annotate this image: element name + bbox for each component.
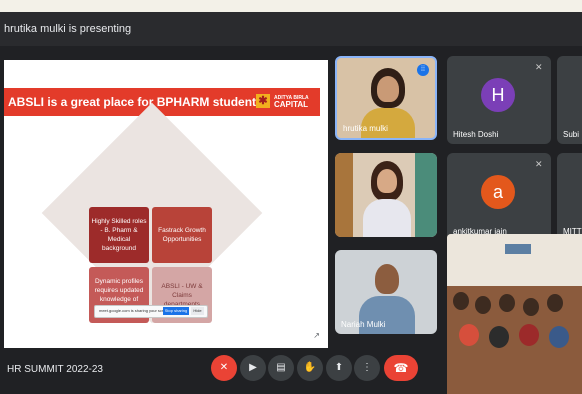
participant-tile-mitt[interactable]: MITT (557, 153, 582, 241)
camera-icon: ▶ (249, 362, 257, 373)
slide-title: ABSLI is a great place for BPHARM studen… (8, 95, 263, 109)
expand-icon[interactable]: ↗ (313, 331, 320, 340)
participant-tile-hrutika[interactable]: ⁞⁞ hrutika mulki (335, 56, 437, 140)
sharing-notification: meet.google.com is sharing your screen. … (94, 305, 208, 318)
camera-toggle-button[interactable]: ▶ (240, 355, 266, 381)
raise-hand-button[interactable]: ✋ (297, 355, 323, 381)
hide-button[interactable]: Hide (191, 307, 204, 315)
speaking-icon: ⁞⁞ (417, 64, 429, 76)
participant-tile-ankitkumar[interactable]: ✕ a ankitkumar jain (447, 153, 551, 241)
participant-tile-woman[interactable] (335, 153, 437, 237)
mic-off-icon: ✕ (219, 362, 229, 373)
slide-tile-growth: Fastrack Growth Opportunities (152, 207, 212, 263)
more-options-button[interactable]: ⋮ (354, 355, 380, 381)
leave-call-button[interactable]: ☎ (384, 355, 418, 381)
mic-toggle-button[interactable]: ✕ (211, 355, 237, 381)
captions-icon: ▤ (276, 362, 286, 373)
meet-window: hrutika mulki is presenting ABSLI is a g… (0, 12, 582, 394)
shared-screen[interactable]: ABSLI is a great place for BPHARM studen… (4, 60, 328, 348)
aditya-birla-logo: ✱ ADITYA BIRLA CAPITAL (256, 92, 314, 112)
participant-face (377, 76, 399, 102)
more-icon: ⋮ (362, 362, 372, 373)
captions-button[interactable]: ▤ (268, 355, 294, 381)
present-icon: ⬆ (334, 362, 344, 373)
avatar-hitesh: H (481, 78, 515, 112)
participant-tile-hitesh[interactable]: ✕ H Hitesh Doshi (447, 56, 551, 144)
end-call-icon: ☎ (393, 361, 409, 375)
presenting-bar: hrutika mulki is presenting (0, 12, 582, 46)
participant-tile-nariah[interactable]: Nariah Mulki (335, 250, 437, 334)
participant-tile-subi[interactable]: Subi (557, 56, 582, 144)
slide-tile-skilled-roles: Highly Skilled roles - B. Pharm & Medica… (89, 207, 149, 263)
avatar-ankitkumar: a (481, 175, 515, 209)
sun-logo-icon: ✱ (256, 94, 270, 108)
stop-sharing-button[interactable]: Stop sharing (163, 307, 189, 315)
mic-off-icon: ✕ (535, 62, 543, 72)
raise-hand-icon: ✋ (303, 362, 317, 373)
presenting-text: hrutika mulki is presenting (4, 23, 132, 35)
audience-camera-tile[interactable] (447, 234, 582, 394)
present-button[interactable]: ⬆ (326, 355, 352, 381)
mic-off-icon: ✕ (535, 159, 543, 169)
meeting-title: HR SUMMIT 2022-23 (7, 364, 103, 375)
